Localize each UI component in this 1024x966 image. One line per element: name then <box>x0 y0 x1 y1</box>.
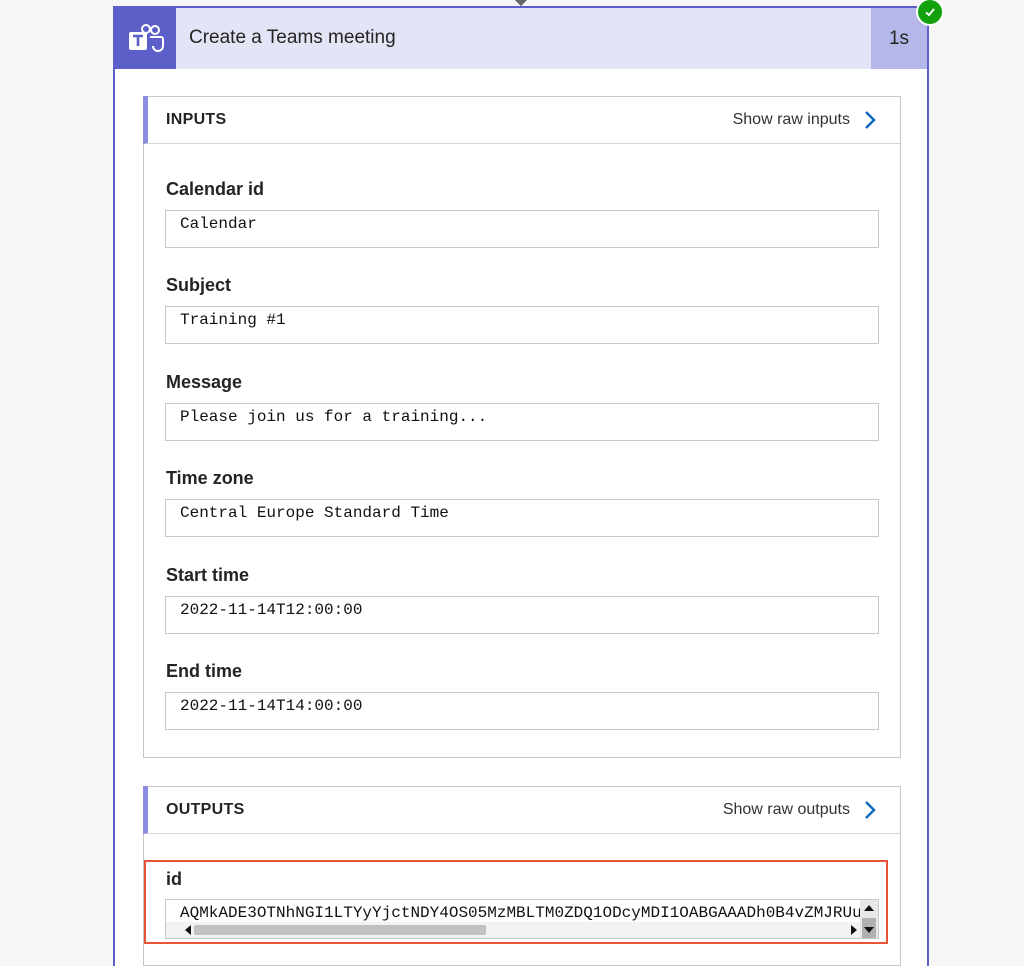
calendar-id-label: Calendar id <box>166 179 265 199</box>
scroll-right-icon[interactable] <box>850 925 858 935</box>
vertical-scrollbar[interactable] <box>860 900 878 938</box>
card-header[interactable]: Create a Teams meeting 1s <box>115 8 927 69</box>
outputs-section-header: OUTPUTS Show raw outputs <box>143 786 900 834</box>
id-label: id <box>166 869 182 889</box>
inputs-section-label: INPUTS <box>166 111 227 128</box>
show-raw-inputs-link[interactable]: Show raw inputs <box>733 110 876 130</box>
scroll-down-icon[interactable] <box>864 926 874 934</box>
scroll-left-icon[interactable] <box>184 925 192 935</box>
calendar-id-field[interactable]: Calendar <box>165 210 879 248</box>
message-label: Message <box>166 372 243 392</box>
horizontal-scroll-thumb[interactable] <box>194 925 486 935</box>
start-time-label: Start time <box>166 565 250 585</box>
time-zone-label: Time zone <box>166 468 254 488</box>
end-time-label: End time <box>166 661 243 681</box>
show-raw-inputs-label: Show raw inputs <box>732 111 850 128</box>
end-time-field[interactable]: 2022-11-14T14:00:00 <box>165 692 879 730</box>
subject-label: Subject <box>166 275 232 295</box>
message-field[interactable]: Please join us for a training... <box>165 403 879 441</box>
horizontal-scrollbar[interactable] <box>166 922 862 938</box>
start-time-field[interactable]: 2022-11-14T12:00:00 <box>165 596 879 634</box>
id-field[interactable]: AQMkADE3OTNhNGI1LTYyYjctNDY4OS05MzMBLTM0… <box>165 899 879 939</box>
scroll-up-icon[interactable] <box>864 904 874 912</box>
card-title: Create a Teams meeting <box>189 27 396 48</box>
teams-icon <box>115 8 176 69</box>
subject-field[interactable]: Training #1 <box>165 306 879 344</box>
show-raw-outputs-label: Show raw outputs <box>722 801 850 818</box>
show-raw-outputs-link[interactable]: Show raw outputs <box>723 800 876 820</box>
inputs-section-header: INPUTS Show raw inputs <box>143 96 900 144</box>
chevron-right-icon <box>865 111 876 129</box>
checkmark-icon <box>916 0 944 26</box>
id-value: AQMkADE3OTNhNGI1LTYyYjctNDY4OS05MzMBLTM0… <box>180 904 862 922</box>
chevron-right-icon <box>865 801 876 819</box>
outputs-section-label: OUTPUTS <box>166 801 245 818</box>
time-zone-field[interactable]: Central Europe Standard Time <box>165 499 879 537</box>
